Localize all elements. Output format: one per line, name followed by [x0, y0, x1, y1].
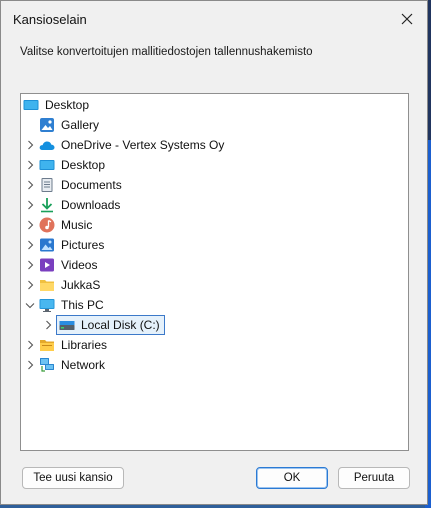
videos-icon — [40, 258, 54, 272]
libraries-icon — [40, 340, 54, 351]
tree-item-music[interactable]: Music — [23, 215, 92, 235]
tree-item-network[interactable]: Network — [23, 355, 105, 375]
dialog-title: Kansioselain — [13, 12, 87, 27]
music-icon — [39, 217, 55, 233]
tree-item-jukkas[interactable]: JukkaS — [23, 275, 100, 295]
tree-item-label: Music — [61, 218, 93, 232]
download-arrow-icon — [41, 198, 53, 213]
close-button[interactable] — [393, 7, 421, 31]
onedrive-cloud-icon — [39, 141, 55, 150]
chevron-right-icon[interactable] — [23, 175, 37, 195]
chevron-right-icon[interactable] — [23, 235, 37, 255]
tree-item-label: OneDrive - Vertex Systems Oy — [61, 138, 225, 152]
tree-item-this-pc[interactable]: This PC — [23, 295, 104, 315]
chevron-right-icon[interactable] — [23, 255, 37, 275]
close-icon — [401, 13, 413, 25]
tree-item-label: Downloads — [61, 198, 121, 212]
tree-item-label: Pictures — [61, 238, 105, 252]
tree-item-pictures[interactable]: Pictures — [23, 235, 104, 255]
new-folder-button[interactable]: Tee uusi kansio — [22, 467, 124, 489]
tree-item-label: This PC — [61, 298, 104, 312]
tree-item-documents[interactable]: Documents — [23, 175, 122, 195]
chevron-right-icon[interactable] — [23, 155, 37, 175]
tree-item-label: Local Disk (C:) — [81, 318, 160, 332]
drive-icon — [59, 321, 75, 330]
folder-icon — [40, 280, 54, 291]
tree-item-onedrive[interactable]: OneDrive - Vertex Systems Oy — [23, 135, 224, 155]
folder-browser-dialog: Kansioselain Valitse konvertoitujen mall… — [0, 0, 428, 505]
computer-monitor-icon — [39, 299, 55, 312]
documents-icon — [41, 178, 53, 192]
tree-item-libraries[interactable]: Libraries — [23, 335, 107, 355]
chevron-right-icon[interactable] — [23, 215, 37, 235]
tree-item-label: Gallery — [61, 118, 100, 132]
cancel-button[interactable]: Peruuta — [338, 467, 410, 489]
tree-item-label: Videos — [61, 258, 98, 272]
tree-item-label: Libraries — [61, 338, 108, 352]
chevron-down-icon[interactable] — [23, 295, 37, 315]
tree-root-desktop[interactable]: Desktop — [23, 95, 89, 115]
tree-item-videos[interactable]: Videos — [23, 255, 97, 275]
chevron-right-icon[interactable] — [23, 335, 37, 355]
tree-item-gallery[interactable]: Gallery — [23, 115, 99, 135]
tree-item-label: Documents — [61, 178, 122, 192]
title-bar: Kansioselain — [1, 1, 427, 37]
tree-item-label: Desktop — [61, 158, 106, 172]
chevron-right-icon[interactable] — [23, 355, 37, 375]
ok-button[interactable]: OK — [256, 467, 328, 489]
tree-item-label: Desktop — [45, 98, 90, 112]
tree-item-label: JukkaS — [61, 278, 101, 292]
chevron-right-icon[interactable] — [23, 195, 37, 215]
tree-item-desktop[interactable]: Desktop — [23, 155, 105, 175]
chevron-right-icon[interactable] — [41, 315, 55, 335]
folder-tree[interactable]: Desktop Gallery OneDrive - Vertex System… — [20, 93, 409, 451]
tree-item-downloads[interactable]: Downloads — [23, 195, 120, 215]
tree-item-label: Network — [61, 358, 106, 372]
chevron-right-icon[interactable] — [23, 135, 37, 155]
network-icon — [40, 358, 54, 372]
tree-item-local-disk-c[interactable]: Local Disk (C:) — [41, 315, 165, 335]
instruction-text: Valitse konvertoitujen mallitiedostojen … — [20, 46, 313, 58]
chevron-right-icon[interactable] — [23, 275, 37, 295]
gallery-icon — [40, 118, 54, 132]
selected-item-highlight: Local Disk (C:) — [56, 315, 165, 335]
desktop-folder-icon — [39, 160, 55, 170]
pictures-icon — [40, 238, 54, 252]
desktop-folder-icon — [23, 100, 39, 110]
